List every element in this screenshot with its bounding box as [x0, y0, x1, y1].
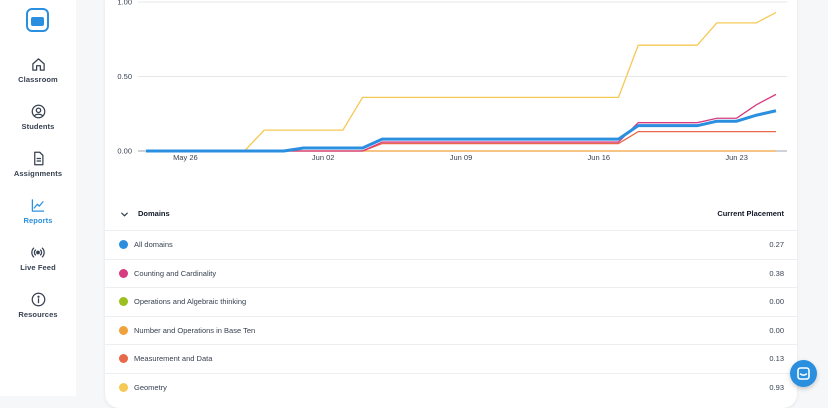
x-tick-label: Jun 23: [725, 153, 748, 162]
y-tick-label: 0.00: [117, 147, 132, 156]
chat-button[interactable]: [790, 360, 817, 387]
domain-row[interactable]: Measurement and Data 0.13: [105, 344, 797, 372]
current-placement-value: 0.13: [769, 354, 784, 363]
info-icon: [31, 292, 45, 307]
domain-row[interactable]: Number and Operations in Base Ten 0.00: [105, 315, 797, 344]
current-placement-value: 0.00: [769, 297, 784, 306]
current-placement-column-header: Current Placement: [717, 209, 784, 218]
current-placement-value: 0.38: [769, 268, 784, 278]
series-line: [146, 130, 776, 152]
domains-table-header: Domains Current Placement: [105, 200, 797, 230]
legend-dot: [119, 325, 128, 335]
x-tick-label: Jun 02: [312, 153, 335, 162]
nav-item-resources[interactable]: Resources: [0, 292, 76, 319]
nav-label: Reports: [23, 216, 53, 225]
nav-item-reports[interactable]: Reports: [0, 198, 76, 225]
series-line: [146, 11, 777, 152]
current-placement-value: 0.27: [769, 240, 784, 249]
nav-item-live-feed[interactable]: Live Feed: [0, 245, 76, 272]
x-tick-label: Jun 09: [450, 153, 473, 162]
broadcast-icon: [31, 247, 45, 258]
trend-chart-icon: [31, 199, 45, 212]
domain-name: All domains: [134, 240, 173, 249]
placement-line-chart: 0.00 0.50 1.00 May 26 Jun 02 Jun 09 Jun 16 Jun …: [117, 0, 787, 162]
series-line: [146, 93, 777, 152]
y-tick-label: 0.50: [117, 72, 132, 81]
domain-name: Geometry: [134, 382, 167, 392]
domain-row[interactable]: All domains 0.27: [105, 230, 797, 258]
current-placement-value: 0.00: [769, 325, 784, 335]
domain-name: Measurement and Data: [134, 354, 213, 363]
chevron-down-icon[interactable]: [120, 210, 129, 219]
legend-dot: [119, 297, 128, 306]
domain-row[interactable]: Operations and Algebraic thinking 0.00: [105, 287, 797, 315]
current-placement-value: 0.93: [769, 382, 784, 392]
x-tick-label: May 26: [173, 153, 198, 162]
legend-dot: [119, 240, 128, 249]
nav-label: Live Feed: [20, 263, 56, 272]
domains-column-header: Domains: [138, 209, 170, 218]
domain-row[interactable]: Counting and Cardinality 0.38: [105, 258, 797, 287]
domain-name: Operations and Algebraic thinking: [134, 297, 247, 306]
chat-icon: [797, 367, 810, 380]
legend-dot: [119, 354, 128, 363]
nav-label: Resources: [18, 310, 58, 319]
x-tick-label: Jun 16: [588, 153, 611, 162]
series-line: [146, 109, 777, 153]
legend-dot: [119, 268, 128, 278]
domain-row[interactable]: Geometry 0.93: [105, 372, 797, 401]
domain-name: Counting and Cardinality: [134, 268, 217, 278]
domain-name: Number and Operations in Base Ten: [134, 325, 256, 335]
y-tick-label: 1.00: [117, 0, 132, 7]
legend-dot: [119, 382, 128, 392]
